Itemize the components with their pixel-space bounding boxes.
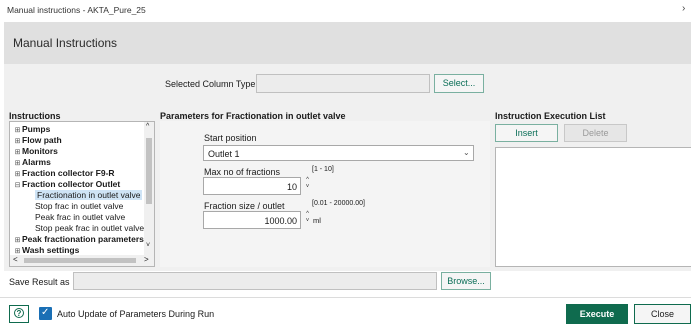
tree-item-label: Flow path bbox=[22, 135, 62, 145]
page-header: Manual Instructions bbox=[4, 22, 691, 64]
tree-item[interactable]: Peak frac in outlet valve bbox=[10, 212, 154, 223]
execution-list-box[interactable] bbox=[495, 147, 691, 267]
tree-item[interactable]: Stop peak frac in outlet valve bbox=[10, 223, 154, 234]
stepper-down-icon[interactable]: ˅ bbox=[303, 218, 312, 225]
execution-list-heading: Instruction Execution List bbox=[495, 111, 606, 121]
execute-button[interactable]: Execute bbox=[566, 304, 628, 324]
scroll-right-icon[interactable]: > bbox=[144, 255, 149, 264]
tree-item-label: Fraction collector Outlet bbox=[22, 179, 121, 189]
scroll-down-icon[interactable]: ˅ bbox=[146, 242, 150, 249]
delete-button: Delete bbox=[564, 124, 627, 142]
checkmark-icon: ✓ bbox=[41, 307, 50, 318]
tree-item-label: Fraction collector F9-R bbox=[22, 168, 115, 178]
tree-item[interactable]: Stop frac in outlet valve bbox=[10, 201, 154, 212]
fraction-size-range: [0.01 - 20000.00] bbox=[312, 200, 365, 207]
fraction-size-stepper[interactable]: ^ ˅ bbox=[303, 211, 312, 229]
start-position-label: Start position bbox=[204, 133, 257, 143]
browse-button[interactable]: Browse... bbox=[441, 272, 491, 290]
tree-item-label: Stop frac in outlet valve bbox=[35, 201, 124, 211]
window-title: Manual instructions - AKTA_Pure_25 bbox=[7, 5, 146, 15]
tree-vertical-scrollbar[interactable]: ^ ˅ bbox=[144, 122, 154, 255]
select-column-button[interactable]: Select... bbox=[434, 74, 484, 93]
scroll-up-icon[interactable]: ^ bbox=[146, 123, 149, 130]
close-window-icon[interactable]: › bbox=[682, 3, 685, 14]
title-bar: Manual instructions - AKTA_Pure_25 › bbox=[0, 0, 691, 22]
tree-item[interactable]: Fractionation in outlet valve bbox=[10, 190, 154, 201]
auto-update-checkbox[interactable]: ✓ bbox=[39, 307, 52, 320]
tree-horizontal-scrollbar[interactable]: < > bbox=[10, 255, 154, 266]
footer-divider bbox=[0, 297, 691, 298]
tree-item-label: Stop peak frac in outlet valve bbox=[35, 223, 145, 233]
tree-item-label: Pumps bbox=[22, 124, 51, 134]
tree-item[interactable]: ⊟ Fraction collector Outlet bbox=[10, 179, 145, 190]
scroll-thumb[interactable] bbox=[146, 138, 152, 204]
tree-item-label: Monitors bbox=[22, 146, 58, 156]
tree-item[interactable]: ⊞ Pumps bbox=[10, 124, 145, 135]
fraction-size-label: Fraction size / outlet bbox=[204, 201, 285, 211]
max-fractions-stepper[interactable]: ^ ˅ bbox=[303, 177, 312, 195]
instructions-heading: Instructions bbox=[9, 111, 61, 121]
help-button[interactable]: ? bbox=[9, 305, 29, 323]
save-result-field bbox=[73, 272, 437, 290]
hscroll-thumb[interactable] bbox=[24, 258, 136, 263]
column-type-label: Selected Column Type bbox=[165, 79, 256, 89]
tree-item-label: Fractionation in outlet valve bbox=[35, 190, 143, 200]
close-button[interactable]: Close bbox=[634, 304, 691, 324]
scroll-left-icon[interactable]: < bbox=[13, 255, 18, 264]
fraction-size-unit: ml bbox=[313, 216, 321, 225]
max-fractions-label: Max no of fractions bbox=[204, 167, 281, 177]
page-title: Manual Instructions bbox=[13, 36, 118, 50]
tree-item[interactable]: ⊞ Alarms bbox=[10, 157, 145, 168]
max-fractions-range: [1 - 10] bbox=[312, 166, 334, 173]
chevron-down-icon: ⌄ bbox=[463, 148, 470, 157]
stepper-down-icon[interactable]: ˅ bbox=[303, 184, 312, 191]
max-fractions-input[interactable]: 10 bbox=[203, 177, 301, 195]
auto-update-label: Auto Update of Parameters During Run bbox=[57, 309, 215, 319]
save-result-label: Save Result as bbox=[9, 277, 70, 287]
stepper-up-icon[interactable]: ^ bbox=[303, 177, 312, 184]
insert-button[interactable]: Insert bbox=[495, 124, 558, 142]
tree-item[interactable]: ⊞ Flow path bbox=[10, 135, 145, 146]
tree-item-label: Alarms bbox=[22, 157, 51, 167]
tree-item-label: Peak frac in outlet valve bbox=[35, 212, 126, 222]
tree-item-label: Peak fractionation parameters bbox=[22, 234, 144, 244]
tree-item[interactable]: ⊞ Peak fractionation parameters bbox=[10, 234, 145, 245]
instructions-tree[interactable]: ⊞ Pumps ⊞ Flow path ⊞ Monitors ⊞ Alarms ⊞ Fractio… bbox=[9, 121, 155, 267]
fraction-size-input[interactable]: 1000.00 bbox=[203, 211, 301, 229]
tree-item[interactable]: ⊞ Monitors bbox=[10, 146, 145, 157]
tree-item[interactable]: ⊞ Fraction collector F9-R bbox=[10, 168, 145, 179]
column-type-field bbox=[256, 74, 430, 93]
help-icon: ? bbox=[14, 308, 24, 318]
stepper-up-icon[interactable]: ^ bbox=[303, 211, 312, 218]
tree-item-label: Wash settings bbox=[22, 245, 80, 255]
start-position-select[interactable]: Outlet 1 ⌄ bbox=[203, 145, 474, 161]
parameters-heading: Parameters for Fractionation in outlet v… bbox=[160, 111, 346, 121]
